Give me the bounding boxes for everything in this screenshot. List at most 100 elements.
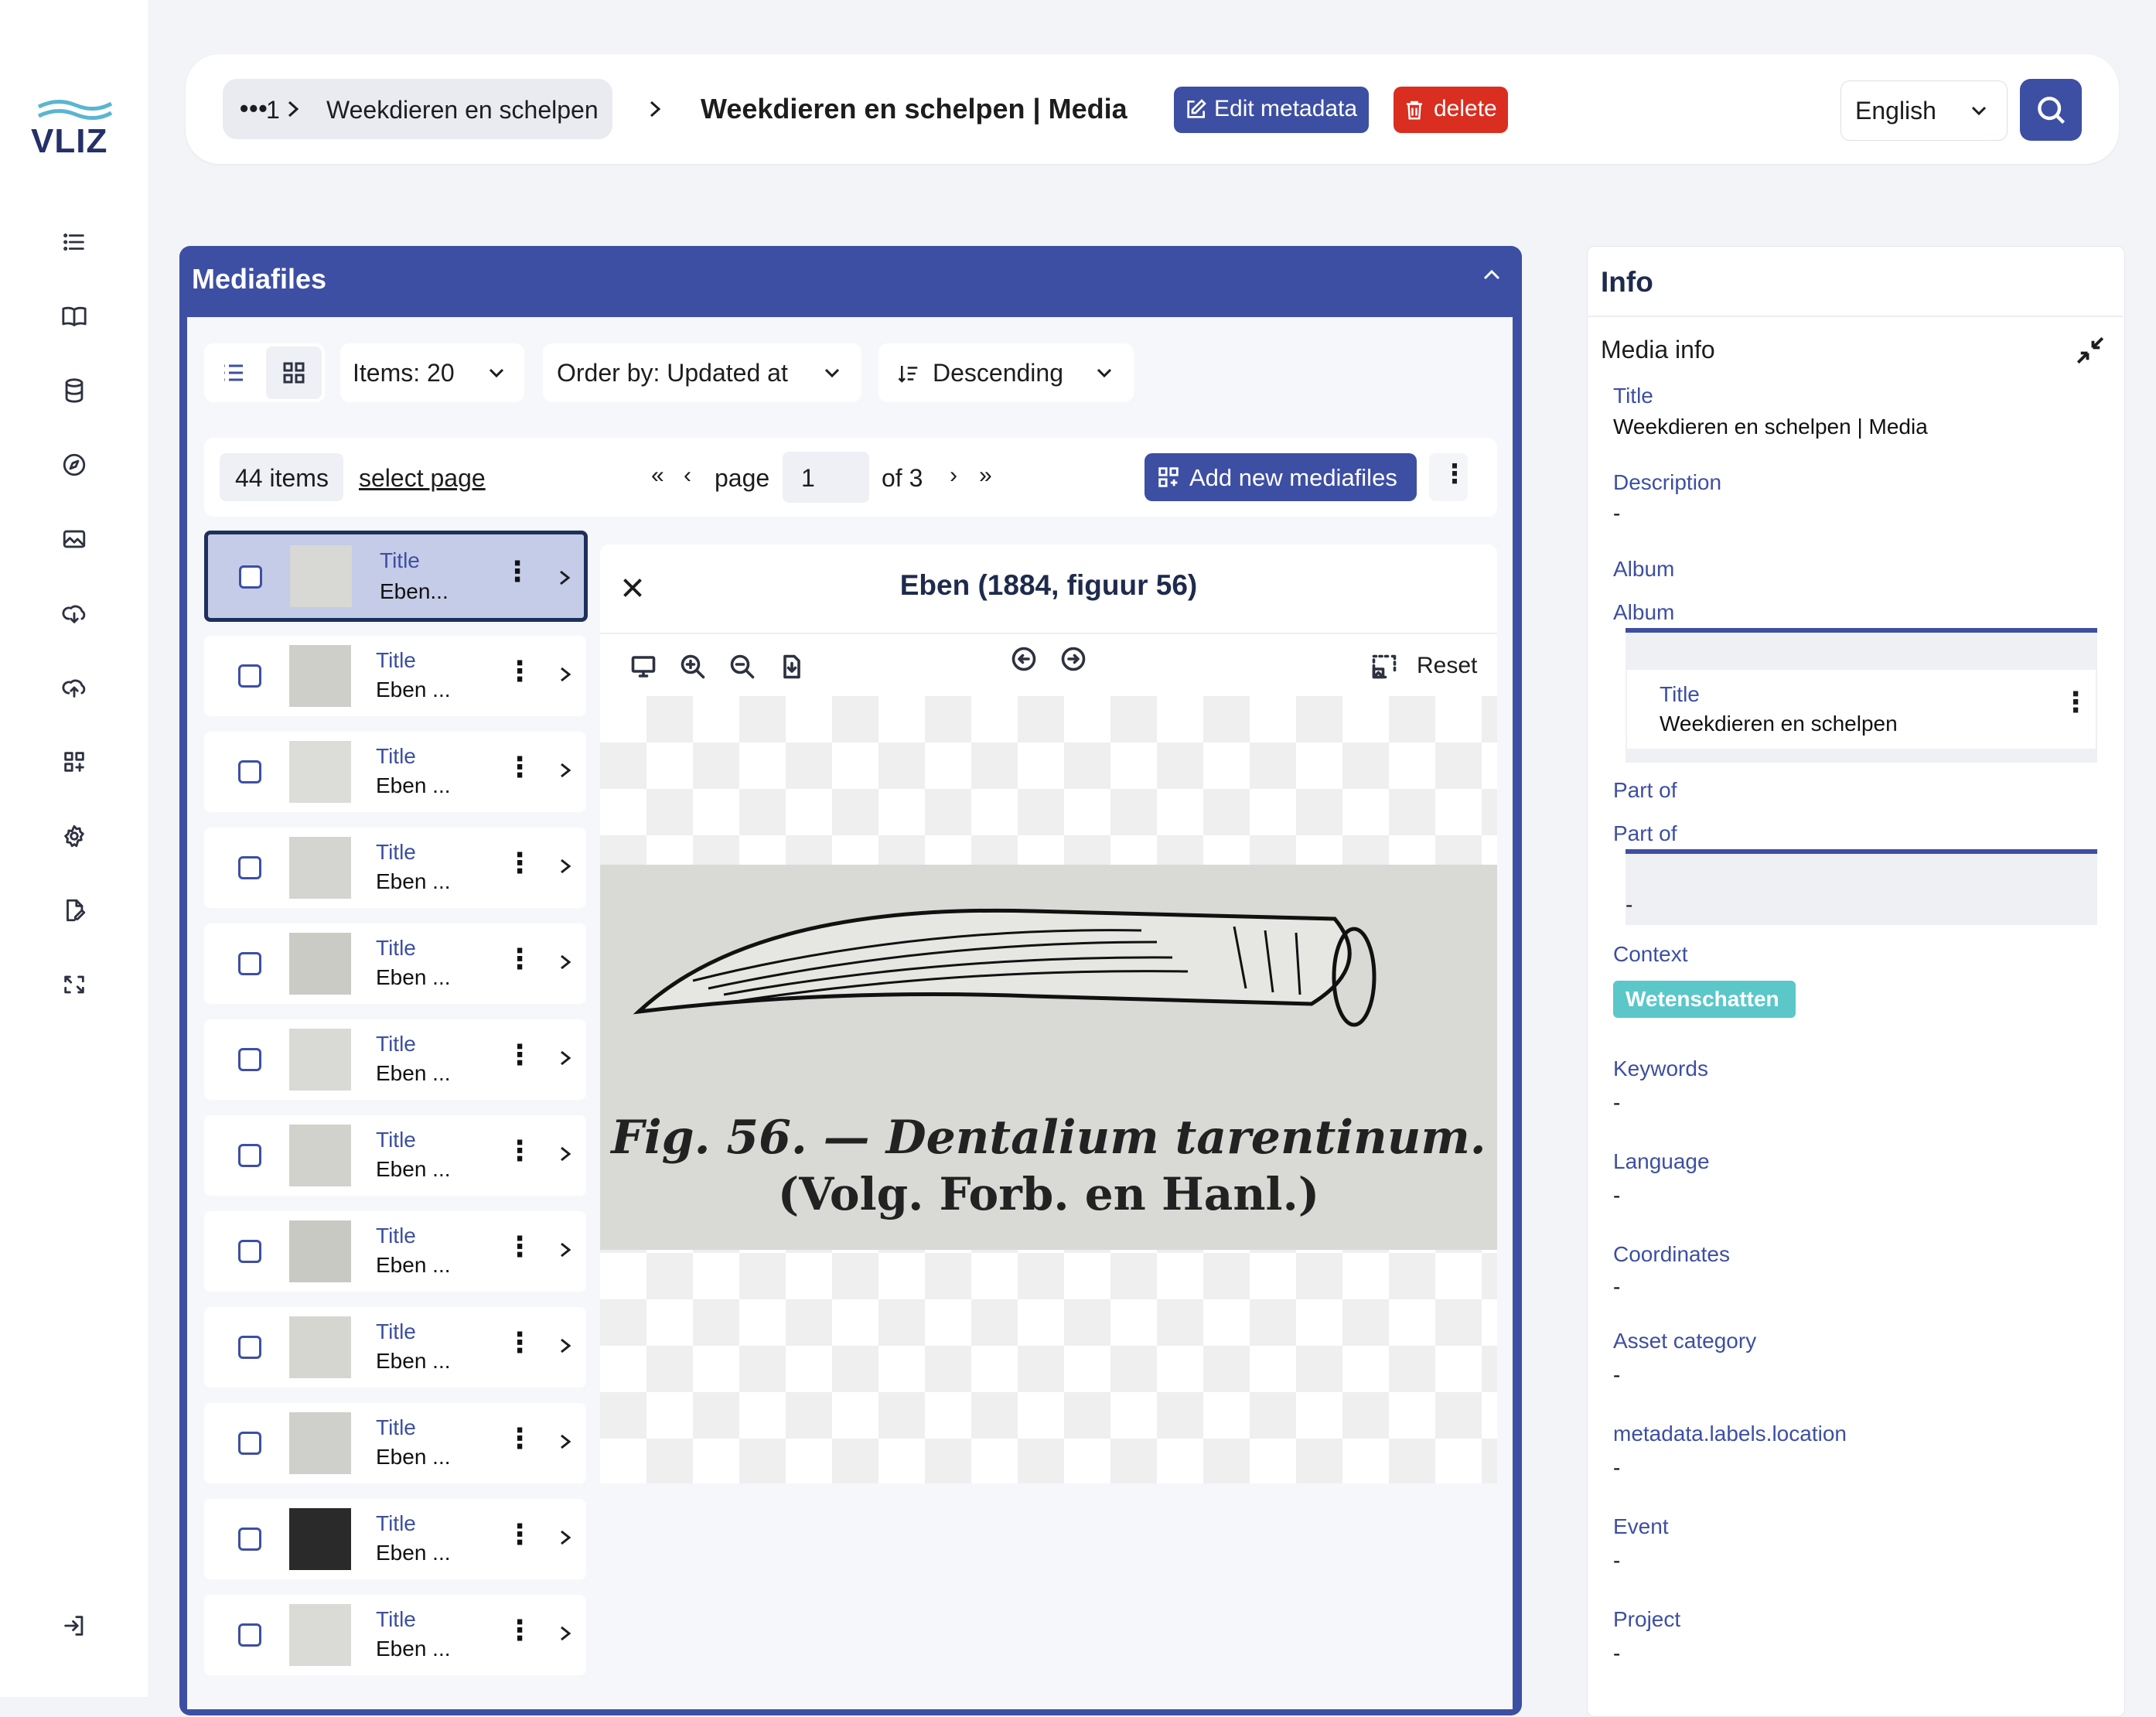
compass-icon[interactable] [59, 449, 90, 480]
kebab-icon[interactable]: ⋮ [506, 1329, 534, 1357]
row-checkbox[interactable] [238, 856, 261, 879]
vliz-logo[interactable]: VLIZ [28, 96, 121, 166]
convert-icon[interactable] [59, 969, 90, 1000]
zoom-out-icon[interactable] [728, 653, 756, 684]
add-mediafiles-button[interactable]: Add new mediafiles [1145, 453, 1417, 501]
list-icon[interactable] [59, 227, 90, 258]
row-checkbox[interactable] [238, 1240, 261, 1263]
chevron-right-icon[interactable] [554, 755, 577, 786]
kebab-icon[interactable]: ⋮ [2062, 688, 2089, 716]
cloud-download-icon[interactable] [59, 598, 90, 629]
list-item[interactable]: Title Eben ... ⋮ [204, 923, 586, 1004]
cloud-upload-icon[interactable] [59, 672, 90, 703]
album-sub-label: Album [1613, 600, 1675, 624]
row-checkbox[interactable] [238, 1336, 261, 1359]
download-icon[interactable] [778, 653, 806, 684]
zoom-in-icon[interactable] [679, 653, 707, 684]
image-icon[interactable] [59, 524, 90, 555]
breadcrumb-number[interactable]: 1 [266, 96, 280, 125]
first-page-icon[interactable]: « [651, 463, 664, 489]
fullscreen-icon[interactable] [629, 653, 657, 684]
kebab-icon[interactable]: ⋮ [506, 849, 534, 877]
kebab-icon[interactable]: ⋮ [506, 657, 534, 685]
chevron-right-icon[interactable] [554, 851, 577, 882]
list-view-button[interactable] [204, 343, 263, 402]
last-page-icon[interactable]: » [979, 463, 992, 489]
row-checkbox[interactable] [238, 952, 261, 975]
chevron-right-icon[interactable] [554, 947, 577, 978]
search-button[interactable] [2020, 79, 2082, 141]
sort-direction-select[interactable]: Descending [878, 343, 1134, 402]
breadcrumb-parent[interactable]: Weekdieren en schelpen [326, 96, 599, 125]
kebab-icon[interactable]: ⋮ [506, 1425, 534, 1452]
select-page-link[interactable]: select page [359, 464, 486, 493]
row-checkbox[interactable] [238, 1623, 261, 1647]
gear-icon[interactable] [59, 821, 90, 852]
list-item[interactable]: Title Eben ... ⋮ [204, 636, 586, 716]
page-input[interactable]: 1 [783, 452, 869, 503]
list-item[interactable]: Title Eben ... ⋮ [204, 1403, 586, 1483]
logout-icon[interactable] [59, 1610, 90, 1641]
kebab-icon[interactable]: ⋮ [506, 1521, 534, 1548]
context-tag[interactable]: Wetenschatten [1613, 981, 1796, 1018]
chevron-right-icon[interactable] [554, 1043, 577, 1074]
list-item[interactable]: Title Eben ... ⋮ [204, 1019, 586, 1100]
reset-view-icon[interactable] [1370, 653, 1398, 684]
row-checkbox[interactable] [238, 760, 261, 783]
list-item[interactable]: Title Eben ... ⋮ [204, 1211, 586, 1292]
next-page-icon[interactable]: › [950, 463, 957, 489]
list-item[interactable]: Title Eben... ⋮ [204, 531, 588, 622]
album-card[interactable]: Title Weekdieren en schelpen ⋮ [1627, 670, 2096, 749]
kebab-icon[interactable]: ⋮ [506, 1137, 534, 1165]
list-item[interactable]: Title Eben ... ⋮ [204, 1115, 586, 1196]
list-item[interactable]: Title Eben ... ⋮ [204, 828, 586, 908]
order-by-select[interactable]: Order by: Updated at [543, 343, 861, 402]
chevron-right-icon[interactable] [554, 1330, 577, 1361]
kebab-icon[interactable]: ⋮ [503, 558, 531, 585]
row-checkbox[interactable] [239, 565, 262, 589]
items-per-page-select[interactable]: Items: 20 [340, 343, 524, 402]
kebab-icon[interactable]: ⋮ [506, 1616, 534, 1644]
rotate-left-icon[interactable] [1010, 645, 1038, 677]
row-checkbox[interactable] [238, 664, 261, 688]
chevron-right-icon[interactable] [554, 659, 577, 690]
album-label: Album [1613, 557, 1675, 581]
grid-plus-icon[interactable] [59, 746, 90, 777]
kebab-icon[interactable]: ⋮ [506, 1041, 534, 1069]
media-image: Fig. 56. — Dentalium tarentinum. (Volg. … [600, 865, 1497, 1250]
chevron-right-icon[interactable] [554, 1522, 577, 1553]
kebab-icon[interactable]: ⋮ [506, 945, 534, 973]
list-item[interactable]: Title Eben ... ⋮ [204, 1595, 586, 1675]
chevron-right-icon[interactable] [554, 1618, 577, 1649]
breadcrumb[interactable]: ••• 1 Weekdieren en schelpen [223, 79, 612, 139]
chevron-right-icon[interactable] [554, 1426, 577, 1457]
chevron-up-icon[interactable] [1480, 266, 1503, 285]
book-icon[interactable] [59, 301, 90, 332]
edit-metadata-button[interactable]: Edit metadata [1174, 87, 1369, 133]
row-checkbox[interactable] [238, 1432, 261, 1455]
reset-button[interactable]: Reset [1417, 653, 1477, 679]
list-item[interactable]: Title Eben ... ⋮ [204, 1499, 586, 1579]
prev-page-icon[interactable]: ‹ [684, 463, 691, 489]
list-item[interactable]: Title Eben ... ⋮ [204, 732, 586, 812]
thumbnail-image [289, 1029, 351, 1091]
sort-descending-icon [898, 366, 918, 383]
chevron-right-icon[interactable] [553, 562, 576, 593]
chevron-right-icon[interactable] [554, 1138, 577, 1169]
grid-view-button[interactable] [266, 346, 322, 399]
kebab-icon[interactable]: ⋮ [506, 753, 534, 781]
row-checkbox[interactable] [238, 1144, 261, 1167]
breadcrumb-more[interactable]: ••• [240, 94, 268, 123]
delete-button[interactable]: delete [1394, 87, 1508, 133]
kebab-icon[interactable]: ⋮ [506, 1233, 534, 1261]
rotate-right-icon[interactable] [1059, 645, 1087, 677]
list-item[interactable]: Title Eben ... ⋮ [204, 1307, 586, 1388]
language-select[interactable]: English [1840, 80, 2008, 141]
collapse-icon[interactable] [2074, 334, 2107, 367]
database-icon[interactable] [59, 375, 90, 406]
chevron-right-icon[interactable] [554, 1234, 577, 1265]
row-checkbox[interactable] [238, 1048, 261, 1071]
document-edit-icon[interactable] [59, 895, 90, 926]
row-checkbox[interactable] [238, 1528, 261, 1551]
more-options-button[interactable]: ⋮ [1429, 453, 1468, 501]
